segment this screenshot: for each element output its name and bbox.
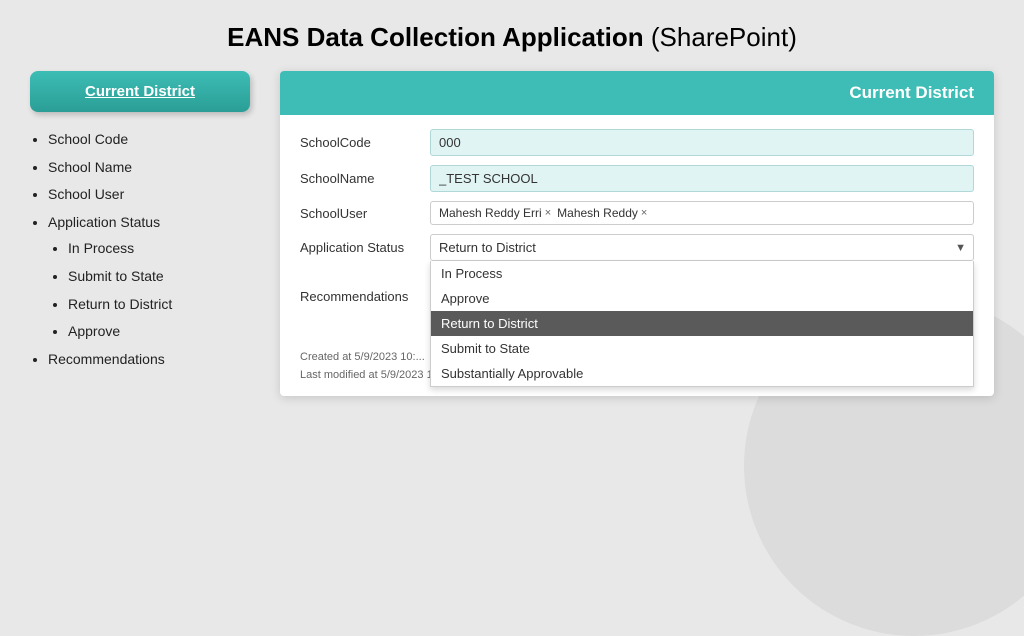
school-name-input[interactable]: [430, 165, 974, 192]
school-user-label: SchoolUser: [300, 206, 430, 221]
app-status-select[interactable]: In Process Approve Return to District Su…: [430, 234, 974, 261]
dropdown-option-in-process[interactable]: In Process: [431, 261, 973, 286]
list-item-app-status: Application Status In Process Submit to …: [48, 209, 250, 345]
user-tag-1-remove[interactable]: ×: [545, 207, 551, 219]
list-item-school-user: School User: [48, 181, 250, 208]
form-body: SchoolCode SchoolName SchoolUser Mahesh …: [280, 115, 994, 341]
school-code-row: SchoolCode: [300, 129, 974, 156]
list-item-in-process: In Process: [68, 235, 250, 262]
page-title: EANS Data Collection Application (ShareP…: [0, 0, 1024, 71]
left-panel: Current District School Code School Name…: [30, 71, 250, 396]
user-tag-2-remove[interactable]: ×: [641, 207, 647, 219]
dropdown-option-submit-to-state[interactable]: Submit to State: [431, 336, 973, 361]
school-code-input[interactable]: [430, 129, 974, 156]
form-header: Current District: [280, 71, 994, 115]
user-tag-1: Mahesh Reddy Erri ×: [439, 206, 551, 220]
list-item-recommendations: Recommendations: [48, 346, 250, 373]
list-item-school-name: School Name: [48, 154, 250, 181]
school-user-tags[interactable]: Mahesh Reddy Erri × Mahesh Reddy ×: [430, 201, 974, 225]
user-tag-2: Mahesh Reddy ×: [557, 206, 647, 220]
list-item-submit-to-state: Submit to State: [68, 263, 250, 290]
form-card: Current District SchoolCode SchoolName S…: [280, 71, 994, 396]
school-name-label: SchoolName: [300, 171, 430, 186]
field-list: School Code School Name School User Appl…: [30, 126, 250, 372]
dropdown-option-return-to-district[interactable]: Return to District: [431, 311, 973, 336]
list-item-school-code: School Code: [48, 126, 250, 153]
school-name-row: SchoolName: [300, 165, 974, 192]
recommendations-label: Recommendations: [300, 289, 430, 304]
app-status-dropdown-wrapper: In Process Approve Return to District Su…: [430, 234, 974, 261]
list-item-approve: Approve: [68, 318, 250, 345]
dropdown-option-substantially-approvable[interactable]: Substantially Approvable: [431, 361, 973, 386]
school-code-label: SchoolCode: [300, 135, 430, 150]
dropdown-menu: In Process Approve Return to District Su…: [430, 261, 974, 387]
app-status-row: Application Status In Process Approve Re…: [300, 234, 974, 261]
dropdown-option-approve[interactable]: Approve: [431, 286, 973, 311]
app-status-label: Application Status: [300, 240, 430, 255]
school-user-row: SchoolUser Mahesh Reddy Erri × Mahesh Re…: [300, 201, 974, 225]
current-district-button[interactable]: Current District: [30, 71, 250, 112]
list-item-return-to-district: Return to District: [68, 291, 250, 318]
